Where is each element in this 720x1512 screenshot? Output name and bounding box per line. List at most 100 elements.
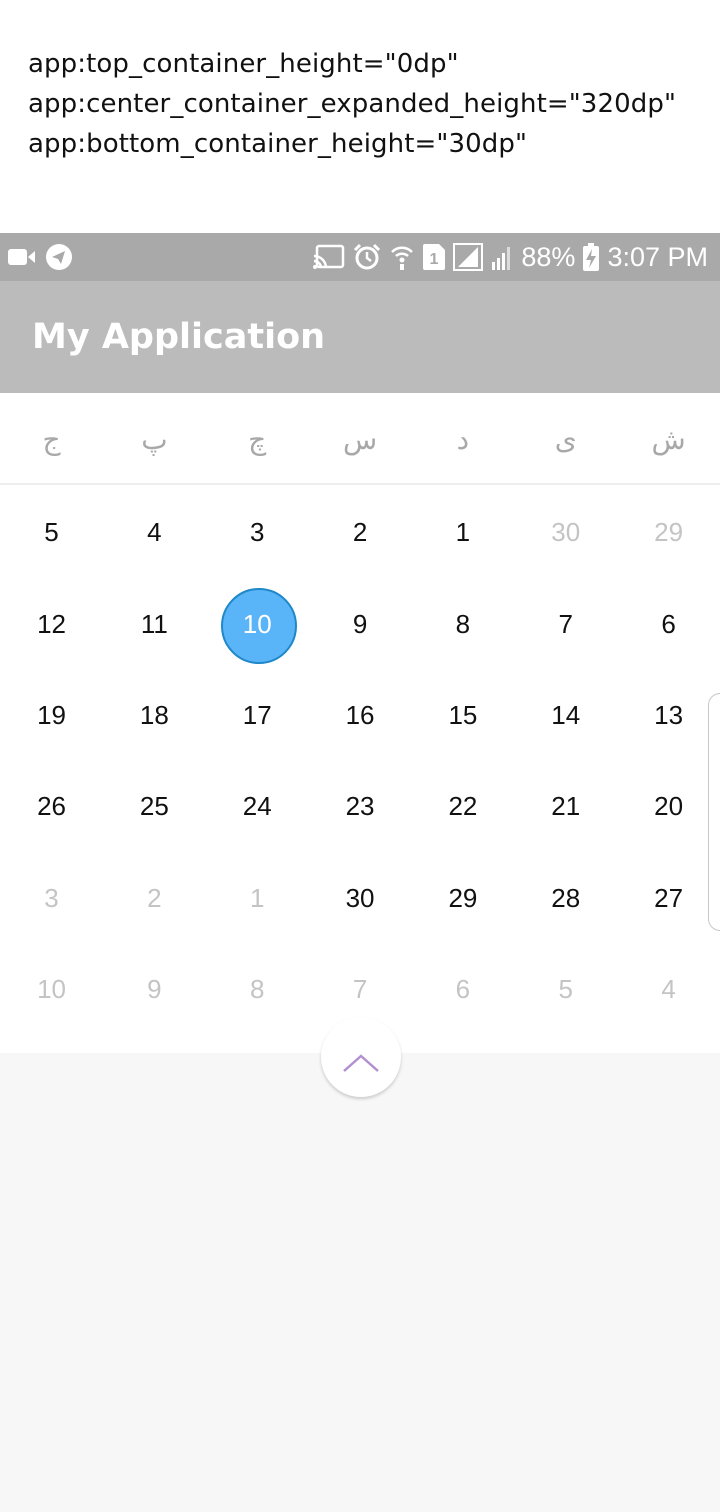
calendar-day[interactable]: 3 [0,853,103,944]
calendar-day[interactable]: 12 [0,578,103,669]
calendar-day[interactable]: 18 [103,670,206,761]
calendar-day[interactable]: 22 [411,761,514,852]
calendar-day-number: 27 [654,882,684,913]
calendar-day-number: 14 [551,699,581,730]
calendar-day[interactable]: 30 [309,853,412,944]
side-drag-handle[interactable] [708,693,720,931]
calendar-day-number: 24 [242,791,272,822]
calendar-day[interactable]: 9 [103,944,206,1035]
calendar-day-number: 5 [558,974,573,1005]
calendar-day[interactable]: 6 [617,578,720,669]
calendar-day-number: 29 [448,882,478,913]
weekday-label: ش [651,422,686,456]
calendar-day[interactable]: 8 [206,944,309,1035]
sim-1-icon: 1 [423,244,446,270]
calendar-day-number: 8 [249,974,265,1005]
calendar-day[interactable]: 7 [514,578,617,669]
weekday-label: س [342,422,378,456]
battery-percent: 88% [521,242,576,272]
calendar-day[interactable]: 9 [309,578,412,669]
telegram-icon [46,244,72,270]
calendar-day-number: 18 [139,699,169,730]
calendar-day[interactable]: 4 [617,944,720,1035]
calendar-day[interactable]: 11 [103,578,206,669]
calendar-day-number: 30 [551,517,581,548]
calendar-week-row: 27 28 29 30 1 2 3 [0,853,720,944]
calendar-day-number: 19 [37,699,66,730]
calendar-day[interactable]: 5 [514,944,617,1035]
calendar-day-number: 15 [448,699,478,730]
calendar-week-row: 29 30 1 2 3 4 5 [0,487,720,578]
calendar-day[interactable]: 25 [103,761,206,852]
calendar-day-number: 5 [44,517,59,548]
calendar-day-number: 7 [352,974,368,1005]
calendar-day[interactable]: 29 [617,487,720,578]
calendar-day-number: 30 [345,882,375,913]
calendar-day[interactable]: 30 [514,487,617,578]
weekday-label: د [456,422,470,456]
calendar-day[interactable]: 1 [206,853,309,944]
calendar-day[interactable]: 19 [0,670,103,761]
calendar-day-selected[interactable]: 10 [206,578,309,669]
cast-icon [313,244,345,269]
calendar-day[interactable]: 3 [206,487,309,578]
calendar-day[interactable]: 6 [411,944,514,1035]
calendar-day-number: 3 [249,517,265,548]
signal-icon [453,243,484,271]
alarm-icon [354,243,381,270]
battery-charging-icon [583,243,600,271]
calendar-day-number: 7 [558,608,573,639]
calendar-day-number: 1 [249,882,265,913]
calendar-day[interactable]: 23 [309,761,412,852]
calendar-day[interactable]: 29 [411,853,514,944]
calendar-day-number: 10 [37,974,66,1005]
calendar-day-number: 29 [654,517,684,548]
status-bar: 1 88% 3:07 PM [0,233,720,281]
calendar-day[interactable]: 27 [617,853,720,944]
calendar-day-number: 10 [242,608,272,639]
calendar-day[interactable]: 24 [206,761,309,852]
calendar-day[interactable]: 10 [0,944,103,1035]
calendar-week-row: 13 14 15 16 17 18 19 [0,670,720,761]
wifi-calling-icon [391,246,414,270]
calendar-day[interactable]: 17 [206,670,309,761]
calendar-day[interactable]: 14 [514,670,617,761]
calendar-day[interactable]: 1 [411,487,514,578]
calendar-day-number: 13 [654,699,684,730]
calendar-day-number: 9 [147,974,162,1005]
calendar-day-number: 16 [345,699,375,730]
calendar-day[interactable]: 28 [514,853,617,944]
caption-line-top-container: app:top_container_height="0dp" [28,49,459,79]
calendar-view: ش ی د س چ پ ج 29 30 1 2 3 4 5 6 7 8 9 10 11 12 13 14 15 1… [0,393,720,1053]
svg-text:1: 1 [430,251,439,268]
app-bar: My Application [0,281,720,393]
weekday-label: چ [248,422,267,456]
calendar-day-number: 4 [147,517,162,548]
calendar-day[interactable]: 4 [103,487,206,578]
chevron-up-icon [343,1054,379,1072]
calendar-day[interactable]: 5 [0,487,103,578]
weekday-label: ج [42,422,61,456]
calendar-day[interactable]: 26 [0,761,103,852]
calendar-week-row: 20 21 22 23 24 25 26 [0,761,720,852]
calendar-day-number: 21 [551,791,581,822]
calendar-day[interactable]: 8 [411,578,514,669]
weekday-label: پ [141,422,168,456]
calendar-day[interactable]: 20 [617,761,720,852]
calendar-day[interactable]: 15 [411,670,514,761]
calendar-day-number: 25 [139,791,169,822]
calendar-day-number: 2 [352,517,368,548]
calendar-day[interactable]: 21 [514,761,617,852]
caption-line-center-container: app:center_container_expanded_height="32… [28,89,677,119]
calendar-day-number: 4 [661,974,676,1005]
calendar-day[interactable]: 16 [309,670,412,761]
calendar-day[interactable]: 2 [103,853,206,944]
calendar-day[interactable]: 2 [309,487,412,578]
weekday-header: ش ی د س چ پ ج [0,393,720,485]
status-time: 3:07 PM [607,242,708,272]
collapse-calendar-button[interactable] [321,1017,401,1097]
calendar-day-number: 9 [352,608,368,639]
calendar-day-number: 26 [37,791,66,822]
calendar-day[interactable]: 13 [617,670,720,761]
calendar-day-number: 8 [455,608,471,639]
